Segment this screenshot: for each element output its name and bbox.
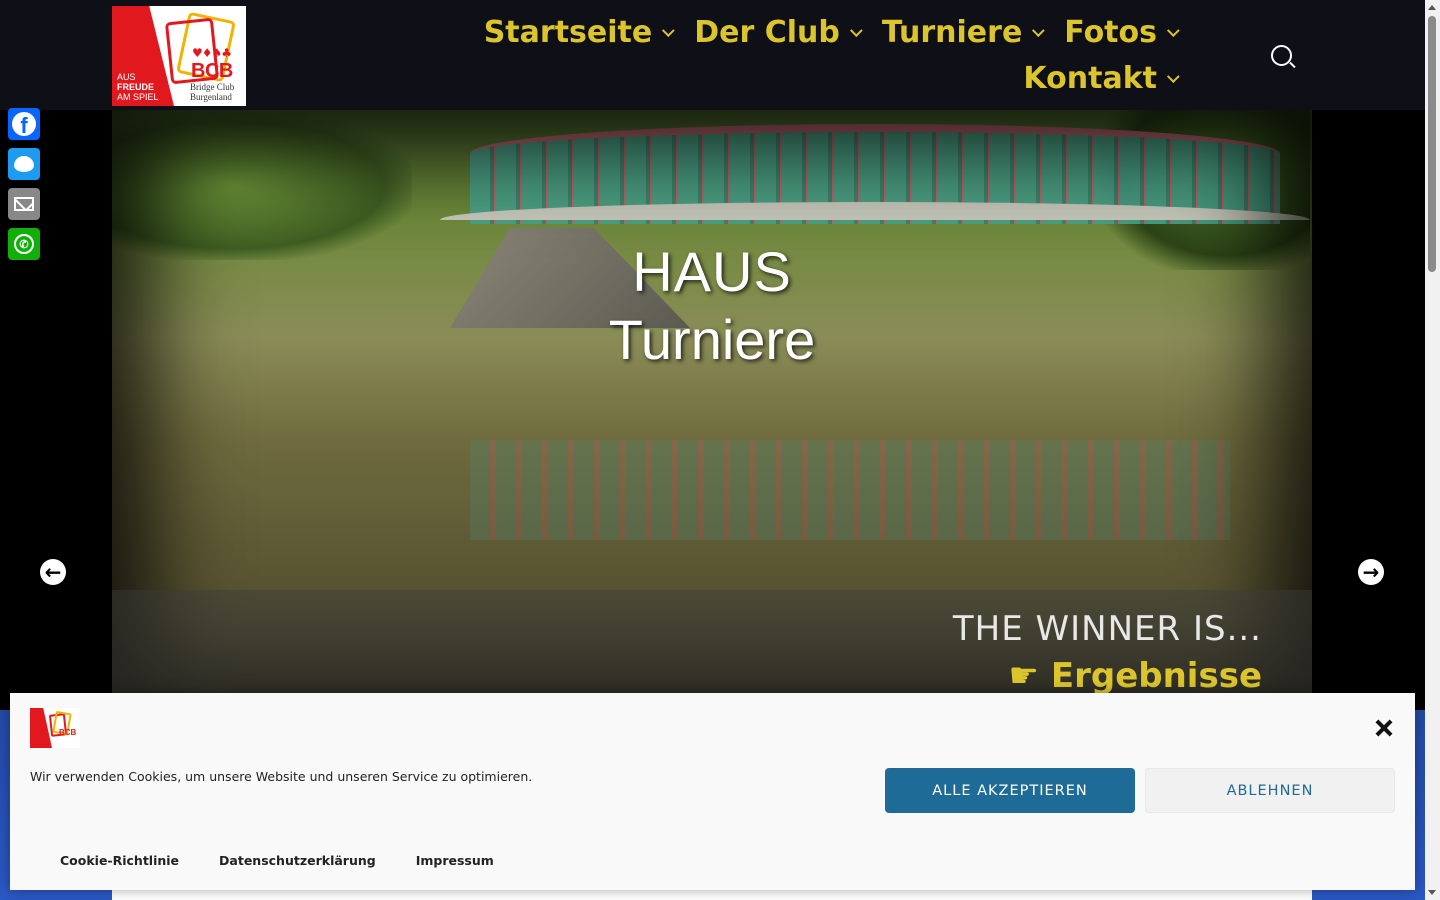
facebook-icon: f [12, 112, 36, 138]
cookie-logo: BCB [30, 708, 80, 748]
share-whatsapp-button[interactable]: ✆ [8, 228, 40, 260]
share-email-button[interactable] [8, 188, 40, 220]
logo-subtitle-line: Burgenland [190, 92, 232, 102]
nav-item-label: Fotos [1064, 15, 1157, 50]
logo-suits: ♥♦♠♣ [192, 46, 232, 60]
logo-slogan-line: FREUDE [117, 82, 155, 92]
results-link-label: Ergebnisse [1050, 656, 1262, 696]
logo-slogan: AUS FREUDE AM SPIEL [117, 72, 171, 102]
site-header: ♥♦♠♣ BCB AUS FREUDE AM SPIEL Bridge Club… [0, 0, 1425, 110]
arrow-left-icon: ← [44, 560, 62, 584]
whatsapp-icon: ✆ [14, 234, 34, 254]
slide-caption-text: THE WINNER IS... ☛ Ergebnisse [953, 608, 1262, 702]
nav-item-label: Startseite [483, 15, 653, 50]
pointing-hand-icon: ☛ [1008, 656, 1040, 696]
logo-subtitle-line: Bridge Club [190, 82, 235, 92]
cookie-message: Wir verwenden Cookies, um unsere Website… [30, 769, 533, 784]
slide-caption: THE WINNER IS... ☛ Ergebnisse [112, 590, 1312, 710]
deny-button[interactable]: ABLEHNEN [1145, 768, 1395, 813]
privacy-policy-link[interactable]: Datenschutzerklärung [219, 853, 376, 868]
scroll-down-arrow[interactable] [1428, 890, 1436, 895]
search-icon-handle [1289, 61, 1296, 69]
nav-item-label: Der Club [694, 15, 840, 50]
slide-caption-kicker: THE WINNER IS... [952, 609, 1262, 649]
chevron-down-icon [662, 23, 675, 37]
slide-title-line1: HAUS [632, 240, 792, 303]
slider-next-button[interactable]: → [1358, 559, 1384, 585]
slide-title-line2: Turniere [608, 308, 816, 371]
arrow-right-icon: → [1362, 560, 1380, 584]
nav-item-fotos[interactable]: Fotos [1064, 12, 1180, 54]
slider-prev-button[interactable]: ← [40, 559, 66, 585]
chevron-down-icon [1032, 23, 1045, 37]
chevron-down-icon [1166, 23, 1180, 37]
share-bar: f ✆ [8, 108, 40, 268]
share-twitter-button[interactable] [8, 148, 40, 180]
share-facebook-button[interactable]: f [8, 108, 40, 140]
nav-item-turniere[interactable]: Turniere [881, 12, 1045, 54]
scroll-thumb[interactable] [1428, 16, 1436, 272]
nav-item-label: Turniere [881, 15, 1023, 50]
nav-item-label: Kontakt [1023, 61, 1157, 96]
scroll-up-arrow[interactable] [1428, 5, 1436, 10]
cookie-policy-link[interactable]: Cookie-Richtlinie [60, 853, 179, 868]
page-scrollbar[interactable] [1425, 0, 1440, 900]
hero-slider: HAUS Turniere THE WINNER IS... ☛ Ergebni… [0, 110, 1425, 710]
logo-slogan-line: AUS [117, 72, 136, 82]
cookie-banner: BCB Wir verwenden Cookies, um unsere Web… [10, 693, 1415, 890]
twitter-icon [14, 156, 34, 172]
close-icon[interactable] [1373, 717, 1395, 739]
logo-subtitle: Bridge Club Burgenland [190, 82, 246, 102]
email-icon [14, 197, 34, 211]
slide-title: HAUS Turniere [112, 238, 1312, 374]
nav-item-der-club[interactable]: Der Club [694, 12, 863, 54]
nav-item-kontakt[interactable]: Kontakt [1023, 58, 1180, 100]
accept-all-button[interactable]: ALLE AKZEPTIEREN [885, 768, 1135, 813]
imprint-link[interactable]: Impressum [416, 853, 494, 868]
search-button[interactable] [1270, 44, 1296, 70]
cookie-logo-red [30, 708, 52, 748]
chevron-down-icon [1166, 69, 1180, 83]
site-logo[interactable]: ♥♦♠♣ BCB AUS FREUDE AM SPIEL Bridge Club… [112, 6, 246, 106]
cookie-logo-brand: BCB [59, 728, 77, 737]
cookie-links: Cookie-Richtlinie Datenschutzerklärung I… [60, 853, 494, 868]
logo-brand: BCB [191, 60, 233, 82]
nav-item-startseite[interactable]: Startseite [483, 12, 675, 54]
main-nav: Startseite Der Club Turniere Fotos Konta… [440, 12, 1180, 100]
logo-slogan-line: AM SPIEL [117, 92, 159, 102]
chevron-down-icon [849, 23, 863, 37]
